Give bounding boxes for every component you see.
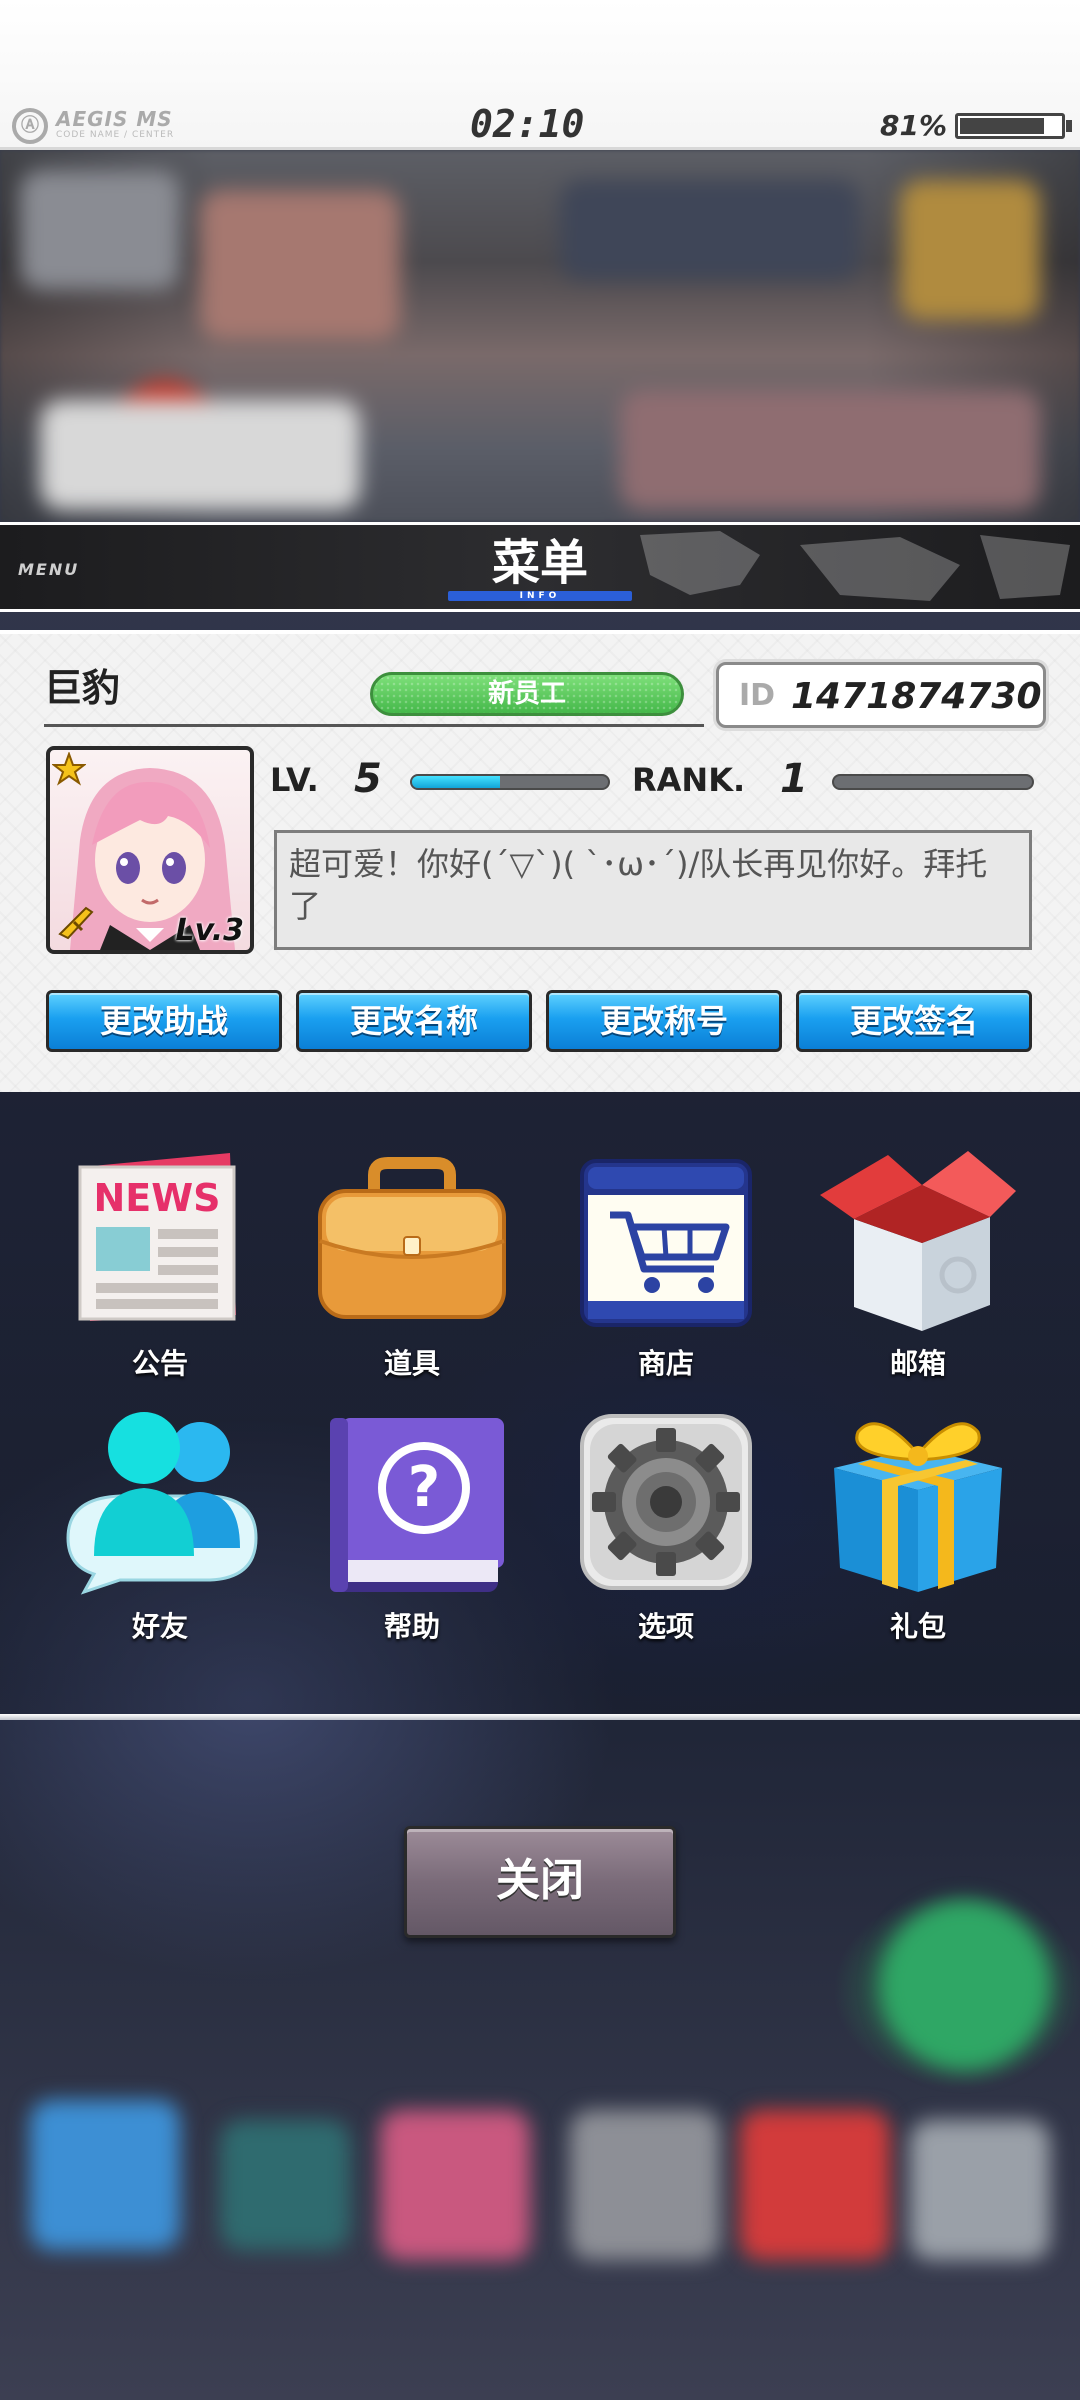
tile-label: 选项	[637, 1610, 694, 1643]
aegis-logo-icon: Ⓐ	[12, 108, 48, 144]
level-value: 5	[354, 756, 382, 802]
change-title-button[interactable]: 更改称号	[546, 990, 782, 1052]
star-icon	[52, 752, 86, 786]
player-name: 巨豹	[44, 666, 121, 710]
tile-label: 商店	[637, 1347, 694, 1380]
briefcase-icon	[318, 1157, 506, 1319]
clock: 02:10	[470, 102, 585, 146]
change-signature-button[interactable]: 更改签名	[796, 990, 1032, 1052]
news-icon: NEWS	[78, 1153, 236, 1321]
gift-icon	[834, 1422, 1002, 1592]
page-title: 菜单	[491, 535, 588, 591]
tile-label: 公告	[131, 1347, 188, 1380]
rank-label: RANK.	[632, 761, 746, 799]
tile-friends[interactable]: 好友	[60, 1408, 260, 1658]
blurred-top-scene	[0, 150, 1080, 522]
news-icon-text: NEWS	[93, 1176, 220, 1220]
tile-label: 帮助	[383, 1610, 440, 1643]
menu-header: MENU 菜单 INFO	[0, 522, 1080, 612]
battery-percent: 81%	[880, 109, 948, 142]
blurred-app-icon	[380, 2110, 530, 2260]
level-progress-fill	[412, 776, 501, 788]
battery-level-fill	[960, 118, 1045, 134]
tile-help[interactable]: ? 帮助	[312, 1408, 512, 1658]
player-title-badge: 新员工	[370, 672, 684, 716]
avatar[interactable]: Lv.3	[46, 746, 254, 954]
mailbox-icon	[820, 1151, 1016, 1331]
tile-label: 邮箱	[889, 1347, 946, 1380]
profile-card: 巨豹 新员工 ID 1471874730 Lv.3 LV. 5 RANK. 1 …	[0, 630, 1080, 1092]
brand-subtitle: CODE NAME / CENTER	[56, 130, 175, 140]
tile-options[interactable]: 选项	[566, 1408, 766, 1658]
blurred-app-icon	[30, 2100, 180, 2250]
tile-mailbox[interactable]: 邮箱	[818, 1145, 1018, 1395]
rank-value: 1	[780, 756, 808, 802]
tile-gift[interactable]: 礼包	[818, 1408, 1018, 1658]
level-label: LV.	[270, 761, 319, 799]
battery-cap	[1066, 120, 1072, 132]
blurred-phone-app-icon	[880, 1900, 1050, 2070]
friends-icon	[66, 1412, 258, 1595]
svg-text:?: ?	[408, 1455, 440, 1520]
change-name-button[interactable]: 更改名称	[296, 990, 532, 1052]
brand-name: AEGIS MS	[56, 107, 173, 131]
change-support-button[interactable]: 更改助战	[46, 990, 282, 1052]
tile-label: 礼包	[889, 1610, 946, 1643]
tile-label: 道具	[383, 1347, 440, 1380]
id-value: 1471874730	[791, 676, 1042, 717]
tile-shop[interactable]: 商店	[566, 1145, 766, 1395]
tile-items[interactable]: 道具	[312, 1145, 512, 1395]
battery-icon	[955, 113, 1065, 139]
id-label: ID	[739, 678, 776, 713]
status-bar: Ⓐ AEGIS MS CODE NAME / CENTER 02:10 81%	[0, 0, 1080, 150]
help-book-icon: ?	[330, 1418, 504, 1592]
rifle-class-icon	[58, 906, 94, 940]
blurred-app-icon	[570, 2110, 720, 2260]
close-button[interactable]: 关闭	[404, 1826, 676, 1938]
avatar-level: Lv.3	[175, 913, 245, 948]
name-underline	[44, 724, 704, 727]
rank-progress-bar	[832, 774, 1034, 790]
grid-divider	[0, 1714, 1080, 1720]
gear-icon	[580, 1414, 752, 1590]
blurred-app-icon	[220, 2120, 350, 2250]
tile-announcements[interactable]: NEWS 公告	[60, 1145, 260, 1395]
player-id-box: ID 1471874730	[716, 662, 1046, 728]
level-progress-bar	[410, 774, 610, 790]
signature-text: 超可爱！你好(´▽`)( `･ω･´)/队长再见你好。拜托了	[274, 830, 1032, 950]
tile-label: 好友	[131, 1610, 188, 1643]
menu-subtitle: INFO	[519, 591, 561, 601]
blurred-app-icon	[740, 2110, 890, 2260]
shopping-cart-icon	[580, 1159, 752, 1327]
blurred-app-icon	[910, 2120, 1050, 2260]
